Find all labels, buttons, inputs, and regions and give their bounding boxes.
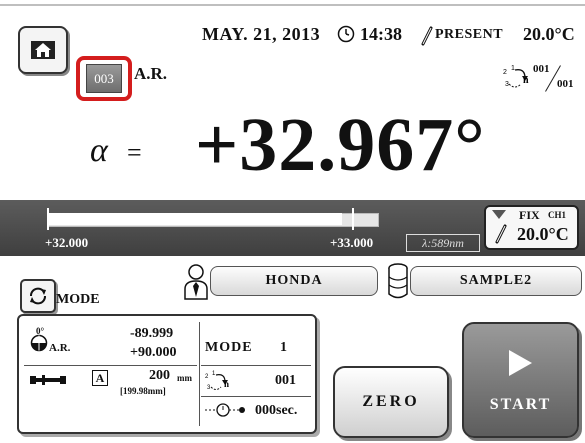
svg-text:1: 1: [212, 371, 216, 377]
thermometer-icon: [495, 224, 507, 244]
mode-cycle-icon: [30, 287, 46, 305]
range-high: +90.000: [130, 345, 177, 360]
svg-text:1: 1: [511, 65, 515, 72]
svg-text:2: 2: [503, 69, 507, 76]
start-button-label: START: [489, 396, 552, 413]
method-code: 003: [86, 64, 122, 93]
rotation-reading: +32.967°: [195, 103, 486, 187]
scale-fill: [47, 213, 342, 225]
tube-icon: [30, 375, 66, 385]
clock-icon: [337, 25, 355, 43]
mode-label: MODE: [56, 292, 100, 307]
params-divider: [24, 365, 197, 366]
range-label: A.R.: [49, 342, 71, 354]
fix-temperature: 20.0°C: [517, 224, 569, 244]
mode-param-value: 1: [280, 340, 287, 355]
svg-text:3: 3: [505, 81, 509, 88]
tube-length-unit: mm: [177, 373, 192, 383]
alpha-symbol: α: [90, 132, 108, 169]
fix-label: FIX: [519, 208, 540, 222]
params-divider: [201, 396, 311, 397]
wait-param-value: 000sec.: [255, 403, 298, 418]
fix-arrow-icon: [492, 210, 506, 219]
scale-max-tick: [352, 208, 354, 230]
repeat-count-total: 001: [557, 78, 574, 90]
svg-text:n: n: [224, 379, 229, 389]
mode-button[interactable]: [20, 279, 56, 313]
repeat-param-value: 001: [275, 373, 296, 388]
zero-button[interactable]: ZERO: [333, 366, 449, 438]
scale-min-tick: [47, 208, 49, 230]
repeat-count-current: 001: [533, 63, 550, 75]
start-button[interactable]: [462, 322, 579, 438]
equals-sign: =: [127, 138, 142, 167]
home-button[interactable]: [18, 26, 68, 74]
scale-min-label: +32.000: [45, 235, 89, 250]
wavelength-label: λ:589nm: [406, 234, 480, 252]
params-divider: [199, 322, 200, 426]
params-divider: [201, 365, 311, 366]
home-icon: [31, 41, 55, 59]
repeat-icon: 2 1 3 n: [503, 65, 529, 88]
range-low: -89.999: [130, 326, 174, 341]
play-icon: [509, 350, 532, 376]
timer-icon: [205, 403, 245, 417]
operator-name-field[interactable]: HONDA: [210, 266, 378, 296]
tube-length: 200: [149, 368, 170, 383]
method-label: A.R.: [134, 64, 168, 83]
tube-code: A: [92, 370, 108, 386]
header-temperature: 20.0°C: [523, 24, 575, 44]
mode-param-label: MODE: [205, 340, 253, 355]
thermometer-icon: [421, 26, 433, 46]
header-present-label: PRESENT: [435, 27, 504, 42]
person-icon: [184, 264, 208, 300]
sample-name-field[interactable]: SAMPLE2: [410, 266, 582, 296]
database-icon: [388, 263, 408, 299]
svg-text:3: 3: [207, 385, 211, 391]
scale-max-label: +33.000: [330, 235, 374, 250]
fix-channel: CH1: [548, 210, 566, 220]
header-date: MAY. 21, 2013: [202, 24, 321, 44]
top-divider: [0, 4, 585, 6]
repeat-icon: 2 1 3 n: [205, 371, 229, 391]
protractor-icon: [30, 334, 48, 352]
svg-text:2: 2: [205, 374, 209, 380]
tube-length-actual: [199.98mm]: [120, 386, 166, 396]
svg-text:n: n: [523, 75, 529, 86]
header-time: 14:38: [360, 24, 402, 44]
method-code-button[interactable]: 003: [76, 56, 132, 101]
